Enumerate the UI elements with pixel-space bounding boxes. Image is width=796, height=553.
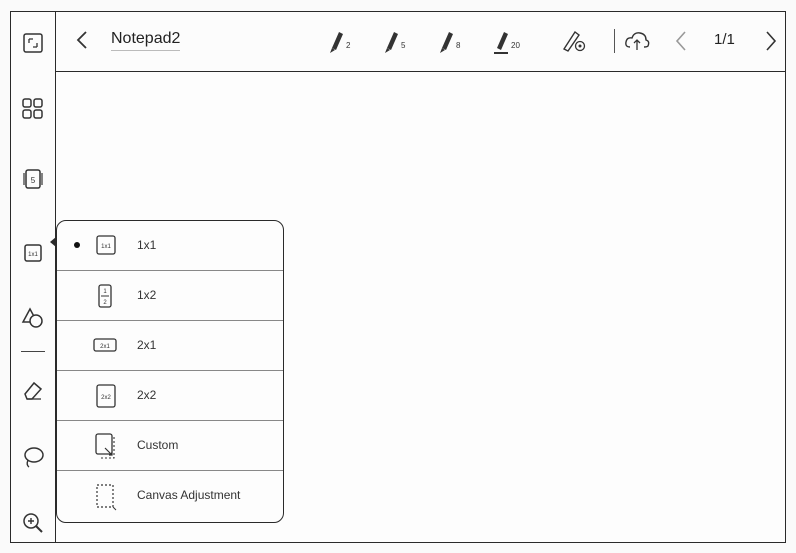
pen-2-button[interactable]: 2 [326, 26, 366, 54]
pen-5-button[interactable]: 5 [381, 26, 421, 54]
layout-menu: 1x1 1x1 12 1x2 2x1 2x1 2x2 2x2 Custom Ca… [56, 220, 284, 523]
pen-icon [494, 32, 508, 54]
layout-option-custom[interactable]: Custom [57, 421, 283, 471]
zoom-in-icon[interactable] [20, 510, 46, 536]
custom-layout-icon [93, 431, 119, 466]
grid-icon[interactable] [20, 96, 46, 122]
layout-option-1x1[interactable]: 1x1 1x1 [57, 221, 283, 271]
toolbar-divider [614, 29, 615, 53]
sidebar-divider [21, 351, 45, 352]
svg-text:1x1: 1x1 [28, 252, 38, 258]
layout-option-2x1[interactable]: 2x1 2x1 [57, 321, 283, 371]
svg-text:5: 5 [31, 176, 36, 185]
left-toolbar: 5 1x1 [11, 12, 56, 542]
back-icon[interactable] [73, 29, 91, 51]
lasso-icon[interactable] [20, 444, 46, 470]
pen-icon [330, 32, 343, 53]
page-indicator[interactable]: 1/1 [714, 31, 735, 48]
layout-option-label: Custom [137, 438, 179, 452]
cloud-sync-icon[interactable] [623, 29, 651, 53]
canvas-adjustment-icon [94, 482, 118, 517]
svg-text:2: 2 [103, 300, 107, 306]
shapes-icon[interactable] [20, 304, 46, 330]
layout-2x2-icon: 2x2 [95, 383, 117, 414]
pen-size-label: 20 [511, 41, 520, 50]
notebook-title[interactable]: Notepad2 [111, 30, 181, 51]
expand-icon[interactable] [20, 30, 46, 56]
pen-settings-icon[interactable] [561, 28, 587, 54]
pen-icon [385, 32, 398, 53]
page-icon[interactable]: 5 [20, 166, 46, 192]
selected-indicator [74, 242, 80, 248]
layout-option-canvas-adjustment[interactable]: Canvas Adjustment [57, 471, 283, 521]
layout-icon[interactable]: 1x1 [20, 240, 46, 266]
layout-option-label: 2x2 [137, 388, 157, 402]
eraser-icon[interactable] [20, 378, 46, 404]
layout-option-label: Canvas Adjustment [137, 488, 241, 502]
pen-icon [440, 32, 453, 53]
top-toolbar: Notepad2 2 5 8 20 1/1 [56, 12, 785, 72]
layout-option-label: 1x2 [137, 288, 157, 302]
layout-option-label: 1x1 [137, 238, 157, 252]
svg-text:2x2: 2x2 [101, 395, 111, 401]
svg-text:1: 1 [103, 289, 107, 295]
layout-option-label: 2x1 [137, 338, 157, 352]
pen-size-label: 5 [401, 41, 406, 50]
layout-1x2-icon: 12 [97, 283, 113, 314]
pen-size-label: 2 [346, 41, 351, 50]
layout-option-2x2[interactable]: 2x2 2x2 [57, 371, 283, 421]
svg-text:2x1: 2x1 [100, 344, 110, 350]
layout-1x1-icon: 1x1 [95, 233, 117, 262]
next-page-icon[interactable] [763, 29, 779, 53]
layout-2x1-icon: 2x1 [92, 337, 118, 358]
layout-option-1x2[interactable]: 12 1x2 [57, 271, 283, 321]
pen-size-label: 8 [456, 41, 461, 50]
pen-8-button[interactable]: 8 [436, 26, 476, 54]
pen-20-button[interactable]: 20 [491, 26, 531, 54]
svg-text:1x1: 1x1 [101, 244, 111, 250]
prev-page-icon[interactable] [673, 29, 689, 53]
